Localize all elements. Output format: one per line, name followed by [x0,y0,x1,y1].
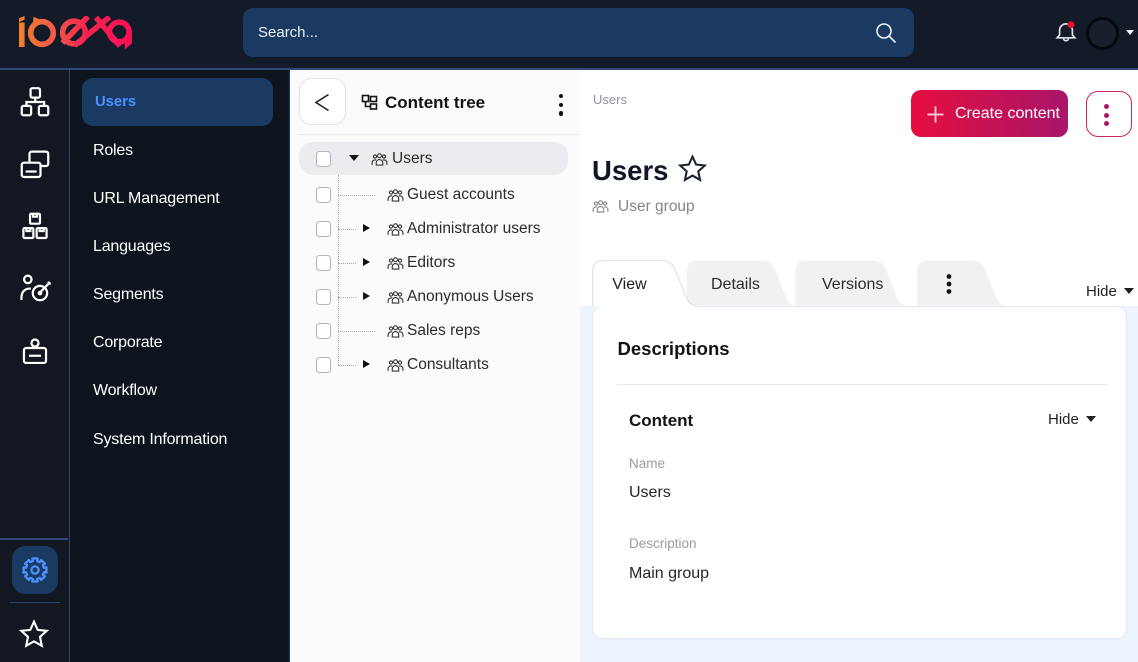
svg-text:View: View [612,276,647,293]
svg-text:Versions: Versions [822,276,883,293]
svg-text:Details: Details [711,276,760,293]
